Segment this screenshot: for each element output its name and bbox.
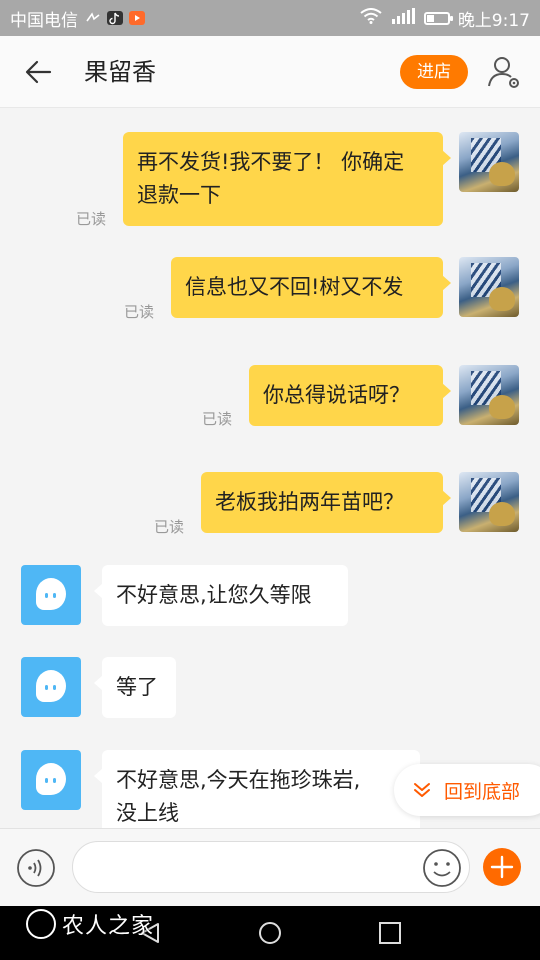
- watermark-text: 农人之家: [62, 914, 155, 939]
- message-line: 退款一下: [137, 183, 221, 207]
- chevron-down-icon: [414, 783, 430, 797]
- message-line: 老板我拍两年苗吧？: [215, 490, 404, 514]
- back-to-bottom-label: 回到底部: [444, 780, 521, 803]
- read-status: 已读: [124, 303, 155, 321]
- emoji-button[interactable]: [422, 848, 462, 888]
- message-line: 没上线: [116, 801, 179, 825]
- nav-home-icon[interactable]: [258, 921, 282, 945]
- carrier-label: 中国电信: [10, 10, 78, 31]
- battery-icon: [423, 11, 453, 25]
- message-line: 信息也又不回!树又不发: [185, 275, 404, 299]
- signal-icon: [390, 7, 416, 29]
- status-bar: 中国电信 晚上9:17: [0, 0, 540, 36]
- message-line: 不好意思,今天在拖珍珠岩,: [116, 768, 361, 792]
- read-status: 已读: [76, 210, 107, 228]
- profile-settings-icon: [488, 57, 519, 88]
- input-bar: [0, 828, 540, 906]
- watermark: 农人之家: [26, 908, 154, 940]
- shop-avatar[interactable]: [21, 750, 81, 810]
- read-status: 已读: [154, 518, 185, 536]
- message-bubble-incoming[interactable]: 不好意思,让您久等限: [94, 565, 348, 626]
- user-avatar[interactable]: [459, 472, 519, 532]
- message-line: 你总得说话呀？: [263, 383, 410, 407]
- message-bubble-incoming[interactable]: 不好意思,今天在拖珍珠岩, 没上线: [94, 750, 420, 828]
- message-bubble-outgoing[interactable]: 再不发货!我不要了！ 你确定 退款一下: [123, 132, 451, 226]
- voice-icon: [17, 849, 55, 887]
- message-bubble-outgoing[interactable]: 信息也又不回!树又不发: [171, 257, 451, 318]
- video-app-icon: [129, 11, 145, 25]
- user-avatar[interactable]: [459, 132, 519, 192]
- read-status: 已读: [202, 410, 233, 428]
- message-line: 再不发货!我不要了！ 你确定: [137, 150, 405, 174]
- clock: 晚上9:17: [457, 10, 530, 31]
- more-options-button[interactable]: [482, 847, 522, 887]
- chat-title: 果留香: [84, 58, 156, 86]
- message-bubble-incoming[interactable]: 等了: [94, 657, 176, 718]
- message-bubble-outgoing[interactable]: 你总得说话呀？: [249, 365, 451, 426]
- enter-store-button[interactable]: 进店: [400, 55, 468, 89]
- battery-level: [426, 14, 434, 22]
- message-line: 等了: [116, 675, 158, 699]
- shop-avatar[interactable]: [21, 657, 81, 717]
- tiktok-icon: [107, 11, 123, 25]
- watermark-logo-icon: [26, 909, 56, 939]
- shop-avatar[interactable]: [21, 565, 81, 625]
- user-avatar[interactable]: [459, 365, 519, 425]
- message-line: 不好意思,让您久等限: [116, 583, 312, 607]
- plus-icon: [483, 848, 521, 886]
- user-avatar[interactable]: [459, 257, 519, 317]
- back-button[interactable]: [20, 54, 60, 90]
- nav-recents-icon[interactable]: [378, 921, 402, 945]
- voice-button[interactable]: [16, 848, 56, 888]
- emoji-icon: [423, 849, 461, 887]
- chat-header: 果留香 进店: [0, 36, 540, 108]
- wifi-icon: [360, 7, 382, 29]
- message-input[interactable]: [72, 841, 470, 893]
- notification-icon: [85, 11, 101, 25]
- message-list[interactable]: 再不发货!我不要了！ 你确定 退款一下 已读 信息也又不回!树又不发 已读 你总…: [0, 108, 540, 828]
- back-to-bottom-button[interactable]: 回到底部: [394, 764, 540, 816]
- profile-settings-button[interactable]: [484, 52, 524, 92]
- back-arrow-icon: [25, 60, 52, 84]
- message-bubble-outgoing[interactable]: 老板我拍两年苗吧？: [201, 472, 451, 533]
